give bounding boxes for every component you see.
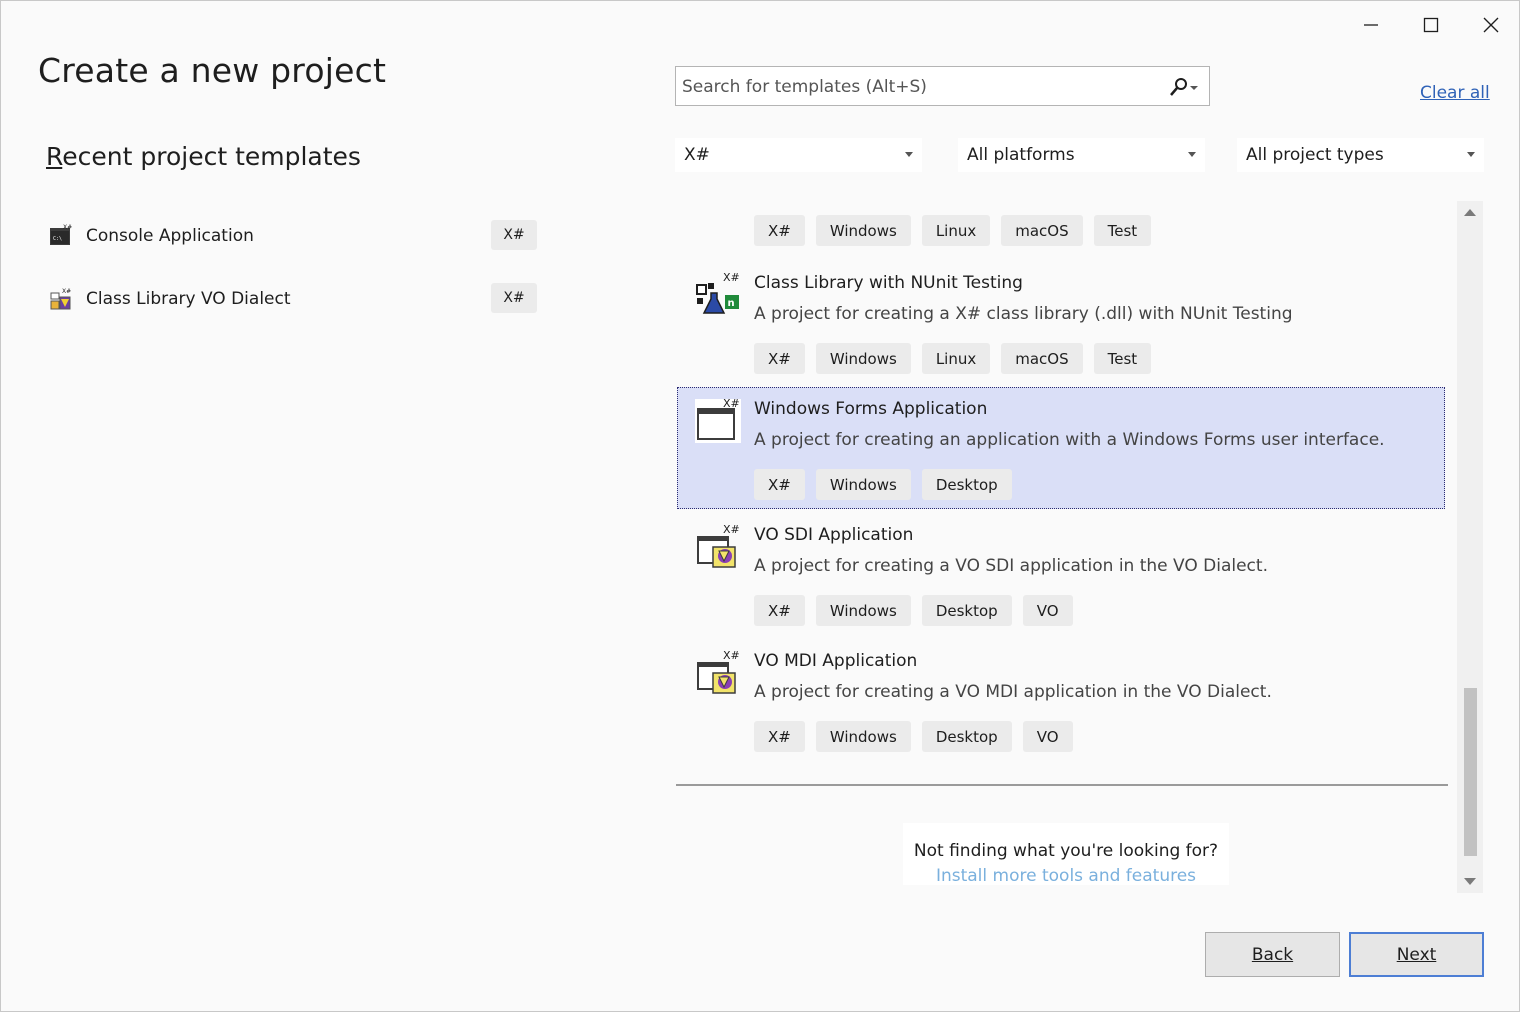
svg-text:X#: X# (62, 288, 71, 295)
language-tag: X# (491, 283, 537, 313)
template-search-box[interactable] (675, 66, 1210, 106)
maximize-icon (1423, 17, 1439, 33)
platform-filter-value: All platforms (967, 145, 1075, 165)
vo-mdi-icon: X# (697, 649, 740, 694)
template-item-vo-mdi[interactable]: X# VO MDI Application A project for crea… (677, 639, 1445, 761)
tag: Windows (815, 721, 911, 752)
tag: Windows (815, 469, 911, 500)
template-tags: X# Windows Desktop VO (754, 595, 1073, 626)
chevron-down-icon (1188, 152, 1196, 157)
tag: Desktop (921, 721, 1012, 752)
tag: Desktop (921, 469, 1012, 500)
template-name: Class Library with NUnit Testing (754, 273, 1023, 293)
svg-text:C:\: C:\ (53, 236, 62, 242)
chevron-down-icon (1467, 152, 1475, 157)
tag: Linux (921, 215, 991, 246)
vo-sdi-icon: X# (697, 523, 740, 568)
tag: macOS (1001, 215, 1083, 246)
project-type-filter-value: All project types (1246, 145, 1384, 165)
template-description: A project for creating a VO SDI applicat… (754, 556, 1268, 576)
search-input[interactable] (682, 73, 1152, 101)
language-filter-value: X# (684, 145, 710, 165)
tag: X# (754, 721, 805, 752)
nunit-library-icon: n X# (696, 271, 740, 314)
class-library-icon: X# (50, 288, 71, 310)
template-list-scrollbar[interactable] (1457, 201, 1483, 893)
windows-forms-icon: X# (695, 397, 741, 443)
not-finding-panel: Not finding what you're looking for? Ins… (903, 823, 1229, 886)
tag: macOS (1001, 343, 1083, 374)
template-name: Windows Forms Application (754, 399, 988, 419)
recent-item-label: Class Library VO Dialect (86, 289, 291, 309)
minimize-icon (1364, 24, 1378, 26)
template-description: A project for creating a VO MDI applicat… (754, 682, 1272, 702)
tag: VO (1022, 721, 1073, 752)
template-description: A project for creating a X# class librar… (754, 304, 1293, 324)
template-description: A project for creating an application wi… (754, 430, 1385, 450)
tag: Windows (815, 215, 911, 246)
svg-text:n: n (728, 298, 735, 309)
recent-item-console-application[interactable]: C:\ X# Console Application X# (45, 214, 545, 258)
recent-item-label: Console Application (86, 226, 254, 246)
language-tag: X# (491, 220, 537, 250)
create-project-window: Create a new project Recent project temp… (0, 0, 1520, 1012)
tag: X# (754, 595, 805, 626)
maximize-button[interactable] (1408, 7, 1454, 43)
tag: Windows (815, 595, 911, 626)
scroll-up-icon[interactable] (1464, 209, 1476, 216)
tag: VO (1022, 595, 1073, 626)
tag: Desktop (921, 595, 1012, 626)
project-type-filter-dropdown[interactable]: All project types (1237, 138, 1484, 172)
platform-filter-dropdown[interactable]: All platforms (958, 138, 1205, 172)
not-finding-text: Not finding what you're looking for? (913, 841, 1219, 861)
recent-heading-accesskey: R (46, 142, 63, 171)
next-button[interactable]: Next (1349, 932, 1484, 977)
recent-templates-heading: Recent project templates (46, 142, 361, 171)
template-tags: X# Windows Linux macOS Test (754, 343, 1152, 374)
tag: X# (754, 343, 805, 374)
template-name: VO MDI Application (754, 651, 918, 671)
tag: X# (754, 215, 805, 246)
close-button[interactable] (1468, 7, 1514, 43)
template-item-vo-sdi[interactable]: X# VO SDI Application A project for crea… (677, 513, 1445, 635)
template-item-nunit-library[interactable]: n X# Class Library with NUnit Testing A … (677, 261, 1445, 383)
tag: Linux (921, 343, 991, 374)
scrollbar-thumb[interactable] (1464, 688, 1477, 856)
minimize-button[interactable] (1348, 7, 1394, 43)
template-name: VO SDI Application (754, 525, 914, 545)
chevron-down-icon (905, 152, 913, 157)
template-item-windows-forms[interactable]: X# Windows Forms Application A project f… (677, 387, 1445, 509)
tag: Test (1093, 343, 1152, 374)
search-options-button[interactable] (1163, 75, 1203, 99)
svg-text:X#: X# (723, 649, 740, 662)
close-icon (1483, 17, 1499, 33)
template-list[interactable]: X# Windows Linux macOS Test n X# Class L… (675, 201, 1483, 893)
svg-text:X#: X# (723, 397, 740, 410)
template-tags: X# Windows Desktop VO (754, 721, 1073, 752)
tag: X# (754, 469, 805, 500)
tag: Windows (815, 343, 911, 374)
scroll-down-icon[interactable] (1464, 878, 1476, 885)
tag: Test (1093, 215, 1152, 246)
console-app-icon: C:\ X# (50, 224, 72, 245)
svg-text:X#: X# (723, 271, 740, 284)
recent-item-class-library-vo-dialect[interactable]: X# Class Library VO Dialect X# (45, 277, 545, 321)
recent-heading-text: ecent project templates (62, 142, 361, 171)
svg-text:X#: X# (723, 523, 740, 536)
template-tags: X# Windows Desktop (754, 469, 1012, 500)
language-filter-dropdown[interactable]: X# (675, 138, 922, 172)
svg-text:X#: X# (63, 224, 72, 231)
template-tags: X# Windows Linux macOS Test (754, 215, 1152, 246)
back-button[interactable]: Back (1205, 932, 1340, 977)
clear-all-link[interactable]: Clear all (1420, 83, 1490, 103)
page-title: Create a new project (38, 51, 387, 90)
search-icon (1170, 78, 1198, 96)
list-divider (676, 784, 1448, 786)
install-more-tools-link[interactable]: Install more tools and features (903, 866, 1229, 886)
